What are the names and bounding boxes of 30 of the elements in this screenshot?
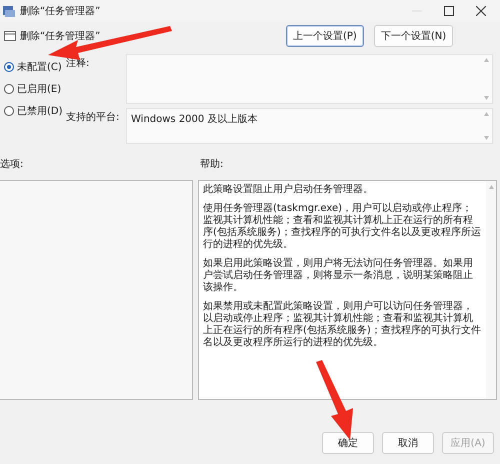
next-setting-button[interactable]: 下一个设置(N) (374, 25, 454, 47)
previous-setting-button[interactable]: 上一个设置(P) (286, 25, 364, 47)
help-label: 帮助: (200, 158, 224, 171)
scroll-down-icon[interactable] (484, 96, 489, 100)
policy-title: 删除“任务管理器” (20, 30, 102, 43)
help-paragraph: 使用任务管理器(taskmgr.exe)，用户可以启动或停止程序；监视其计算机性能；查看和监视其计算机上正在运行的所有程序(包括系统服务)；查找程序的可执行文件名以及更改程序所运行的进程的优先级。 (203, 203, 482, 251)
scroll-up-icon[interactable] (484, 112, 489, 116)
radio-button[interactable] (4, 84, 14, 94)
scroll-up-icon[interactable] (488, 185, 494, 189)
radio-label[interactable]: 未配置(C) (17, 60, 62, 74)
radio-button[interactable] (4, 62, 14, 72)
scroll-down-icon[interactable] (484, 136, 489, 140)
radio-label[interactable]: 已启用(E) (17, 82, 62, 96)
close-icon[interactable] (476, 6, 486, 16)
help-paragraph: 如果启用此策略设置，则用户将无法访问任务管理器。如果用户尝试启动任务管理器，则将显示一条消息，说明某策略阻止该操作。 (203, 258, 474, 294)
cancel-button[interactable]: 取消 (382, 432, 434, 454)
ok-button[interactable]: 确定 (322, 432, 374, 454)
options-label: 选项: (0, 158, 24, 171)
platform-label: 支持的平台: (66, 110, 120, 125)
platform-value: Windows 2000 及以上版本 (131, 112, 258, 127)
maximize-icon[interactable] (444, 6, 454, 16)
comment-field[interactable] (126, 54, 493, 104)
app-icon (2, 4, 16, 18)
radio-button[interactable] (4, 106, 14, 116)
policy-icon (4, 30, 16, 42)
help-paragraph: 如果禁用或未配置此策略设置，则用户可以访问任务管理器，以启动或停止程序；监视其计算机性能；查看和监视其计算机上正在运行的所有程序(包括系统服务)；查找程序的可执行文件名以及更改程序所运行的进程的优先级。 (203, 301, 482, 349)
window-title: 删除“任务管理器” (20, 5, 102, 18)
help-paragraph: 此策略设置阻止用户启动任务管理器。 (203, 184, 374, 196)
scroll-up-icon[interactable] (484, 58, 489, 62)
radio-label[interactable]: 已禁用(D) (17, 104, 63, 118)
